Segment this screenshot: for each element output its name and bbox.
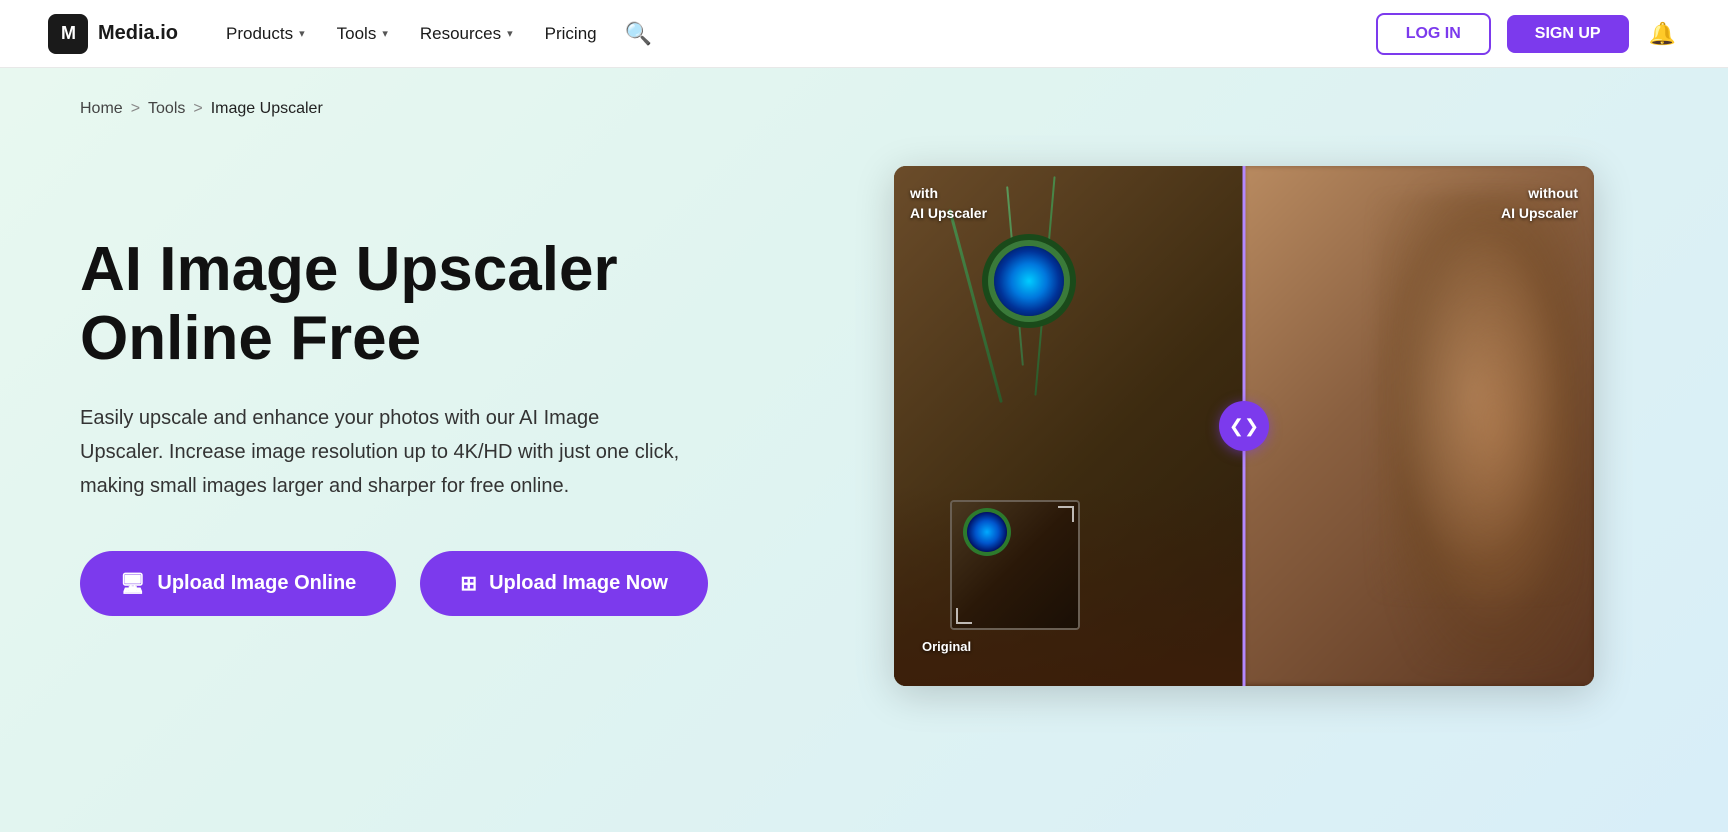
original-label: Original: [922, 639, 971, 654]
comparison-image[interactable]: ❮❯ withAI Upscaler withoutAI Upscaler Or…: [894, 166, 1594, 686]
main-content: Home > Tools > Image Upscaler AI Image U…: [0, 68, 1728, 832]
nav-item-resources[interactable]: Resources ▾: [408, 16, 525, 52]
logo-wrap[interactable]: M Media.io: [48, 14, 178, 54]
nav-right: LOG IN SIGN UP 🔔: [1376, 13, 1680, 55]
person-blur: [1394, 186, 1594, 666]
label-with-text: withAI Upscaler: [910, 185, 987, 221]
upload-now-label: Upload Image Now: [489, 572, 668, 595]
nav-products-label: Products: [226, 24, 293, 44]
nav-item-tools[interactable]: Tools ▾: [325, 16, 400, 52]
thumb-eye: [967, 512, 1007, 552]
search-icon[interactable]: 🔍: [617, 13, 660, 55]
signup-button[interactable]: SIGN UP: [1507, 15, 1629, 53]
hero-buttons: 🖥 Upload Image Online ⊞ Upload Image Now: [80, 551, 760, 616]
label-without-text: withoutAI Upscaler: [1501, 185, 1578, 221]
feather-eye: [994, 246, 1064, 316]
breadcrumb-sep1: >: [131, 100, 140, 118]
breadcrumb-home[interactable]: Home: [80, 100, 123, 118]
login-button[interactable]: LOG IN: [1376, 13, 1491, 55]
navbar: M Media.io Products ▾ Tools ▾ Resources …: [0, 0, 1728, 68]
logo-icon: M: [48, 14, 88, 54]
thumbnail-bg: [952, 502, 1078, 628]
logo-letter: M: [61, 23, 75, 44]
upload-online-button[interactable]: 🖥 Upload Image Online: [80, 551, 396, 616]
nav-item-products[interactable]: Products ▾: [214, 16, 317, 52]
hero-title: AI Image Upscaler Online Free: [80, 236, 760, 372]
upload-now-icon: ⊞: [460, 571, 477, 596]
handle-arrows-icon: ❮❯: [1229, 416, 1259, 437]
chevron-down-icon: ▾: [299, 27, 305, 40]
upload-online-label: Upload Image Online: [157, 572, 356, 595]
nav-pricing-label: Pricing: [545, 24, 597, 44]
breadcrumb: Home > Tools > Image Upscaler: [80, 68, 1648, 166]
hero-section: AI Image Upscaler Online Free Easily ups…: [80, 166, 1648, 686]
nav-left: M Media.io Products ▾ Tools ▾ Resources …: [48, 13, 660, 55]
breadcrumb-tools[interactable]: Tools: [148, 100, 185, 118]
hero-title-line2: Online Free: [80, 304, 421, 373]
upload-now-button[interactable]: ⊞ Upload Image Now: [420, 551, 708, 616]
nav-tools-label: Tools: [337, 24, 377, 44]
bell-icon[interactable]: 🔔: [1645, 17, 1680, 51]
upload-online-icon: 🖥: [120, 571, 145, 596]
hero-left: AI Image Upscaler Online Free Easily ups…: [80, 236, 760, 615]
original-thumbnail: [950, 500, 1080, 630]
hero-right: ❮❯ withAI Upscaler withoutAI Upscaler Or…: [840, 166, 1648, 686]
expand-icon-tr: [1058, 506, 1074, 522]
comp-label-without: withoutAI Upscaler: [1501, 184, 1578, 223]
breadcrumb-sep2: >: [193, 100, 202, 118]
breadcrumb-current: Image Upscaler: [211, 100, 323, 118]
comp-right-bg: [1244, 166, 1594, 686]
hero-title-line1: AI Image Upscaler: [80, 235, 618, 304]
brand-name: Media.io: [98, 22, 178, 45]
nav-items: Products ▾ Tools ▾ Resources ▾ Pricing 🔍: [214, 13, 660, 55]
nav-item-pricing[interactable]: Pricing: [533, 16, 609, 52]
chevron-down-icon: ▾: [507, 27, 513, 40]
chevron-down-icon: ▾: [382, 27, 388, 40]
comp-label-with: withAI Upscaler: [910, 184, 987, 223]
nav-resources-label: Resources: [420, 24, 501, 44]
comparison-handle[interactable]: ❮❯: [1219, 401, 1269, 451]
hero-description: Easily upscale and enhance your photos w…: [80, 401, 680, 503]
expand-icon-bl: [956, 608, 972, 624]
original-thumbnail-wrap: Original: [922, 639, 971, 658]
comp-right-panel: [1244, 166, 1594, 686]
